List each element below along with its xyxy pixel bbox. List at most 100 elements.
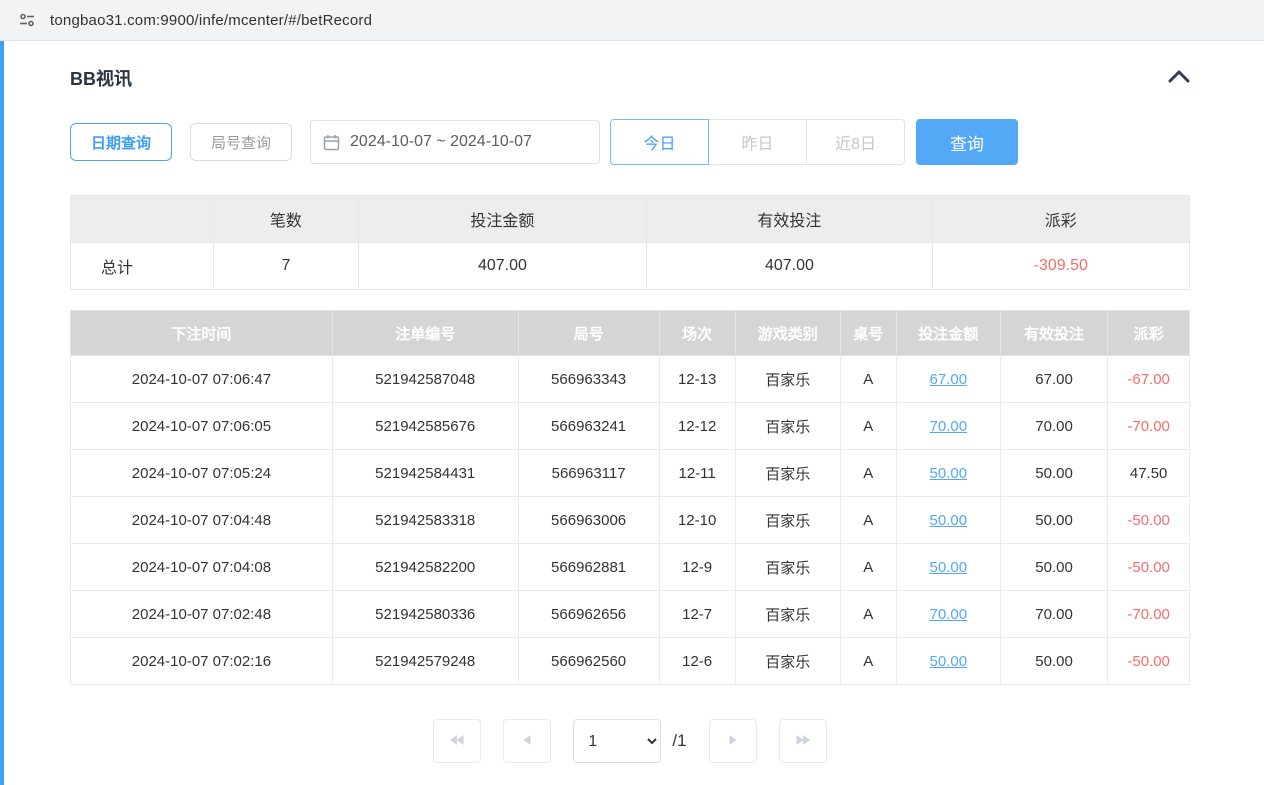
table-row: 2024-10-07 07:04:08521942582200566962881…: [71, 544, 1190, 591]
first-page-button[interactable]: [433, 719, 481, 763]
summary-total-label: 总计: [71, 243, 214, 290]
cell-bet-time: 2024-10-07 07:05:24: [71, 450, 333, 497]
summary-total-valid-bet: 407.00: [647, 243, 932, 290]
cell-session: 12-13: [659, 356, 735, 403]
cell-payout: 47.50: [1108, 450, 1190, 497]
table-header-row: 下注时间 注单编号 局号 场次 游戏类别 桌号 投注金额 有效投注 派彩: [71, 311, 1190, 356]
cell-round-id: 566963006: [518, 497, 659, 544]
cell-valid-bet: 50.00: [1000, 638, 1107, 685]
table-row: 2024-10-07 07:02:48521942580336566962656…: [71, 591, 1190, 638]
url-text[interactable]: tongbao31.com:9900/infe/mcenter/#/betRec…: [50, 12, 372, 29]
cell-payout: -70.00: [1108, 591, 1190, 638]
header-bet-amount: 投注金额: [896, 311, 1000, 356]
quick-last8days-button[interactable]: 近8日: [806, 119, 905, 165]
search-button[interactable]: 查询: [916, 119, 1018, 165]
cell-payout: -70.00: [1108, 403, 1190, 450]
cell-bet-amount-link[interactable]: 50.00: [896, 450, 1000, 497]
summary-total-count: 7: [214, 243, 358, 290]
cell-payout: -50.00: [1108, 638, 1190, 685]
page-total-label: /1: [672, 731, 686, 751]
cell-payout: -67.00: [1108, 356, 1190, 403]
cell-game-type: 百家乐: [735, 403, 840, 450]
header-round-id: 局号: [518, 311, 659, 356]
cell-valid-bet: 67.00: [1000, 356, 1107, 403]
date-range-input[interactable]: 2024-10-07 ~ 2024-10-07: [310, 120, 600, 164]
collapse-panel-button[interactable]: [1168, 70, 1190, 86]
summary-total-payout: -309.50: [932, 243, 1189, 290]
cell-session: 12-6: [659, 638, 735, 685]
cell-game-type: 百家乐: [735, 356, 840, 403]
table-row: 2024-10-07 07:02:16521942579248566962560…: [71, 638, 1190, 685]
filter-row: 日期查询 局号查询 2024-10-07 ~ 2024-10-07 今日 昨日 …: [70, 119, 1190, 165]
summary-table: 笔数 投注金额 有效投注 派彩 总计 7 407.00 407.00 -309.…: [70, 195, 1190, 290]
cell-bet-amount-link[interactable]: 50.00: [896, 544, 1000, 591]
cell-round-id: 566963241: [518, 403, 659, 450]
header-payout: 派彩: [1108, 311, 1190, 356]
cell-valid-bet: 50.00: [1000, 497, 1107, 544]
double-chevron-left-icon: [448, 732, 466, 751]
cell-bet-amount-link[interactable]: 70.00: [896, 403, 1000, 450]
last-page-button[interactable]: [779, 719, 827, 763]
cell-bet-time: 2024-10-07 07:02:48: [71, 591, 333, 638]
cell-game-type: 百家乐: [735, 497, 840, 544]
cell-valid-bet: 50.00: [1000, 450, 1107, 497]
page-title: BB视讯: [70, 65, 132, 91]
cell-round-id: 566962656: [518, 591, 659, 638]
page-select[interactable]: 1: [573, 719, 661, 763]
cell-round-id: 566962881: [518, 544, 659, 591]
chevron-up-icon: [1168, 70, 1190, 86]
summary-total-bet-amount: 407.00: [358, 243, 647, 290]
double-chevron-right-icon: [794, 732, 812, 751]
calendar-icon: [323, 134, 340, 151]
cell-bet-amount-link[interactable]: 50.00: [896, 638, 1000, 685]
next-page-button[interactable]: [709, 719, 757, 763]
prev-page-button[interactable]: [503, 719, 551, 763]
quick-yesterday-button[interactable]: 昨日: [708, 119, 807, 165]
cell-order-id: 521942583318: [332, 497, 518, 544]
cell-order-id: 521942585676: [332, 403, 518, 450]
summary-total-row: 总计 7 407.00 407.00 -309.50: [71, 243, 1190, 290]
chevron-left-icon: [521, 732, 533, 751]
cell-bet-amount-link[interactable]: 50.00: [896, 497, 1000, 544]
site-settings-icon[interactable]: [16, 9, 38, 31]
bet-record-table: 下注时间 注单编号 局号 场次 游戏类别 桌号 投注金额 有效投注 派彩 202…: [70, 310, 1190, 685]
cell-bet-time: 2024-10-07 07:04:08: [71, 544, 333, 591]
cell-bet-time: 2024-10-07 07:06:05: [71, 403, 333, 450]
quick-date-group: 今日 昨日 近8日: [610, 119, 905, 165]
cell-session: 12-12: [659, 403, 735, 450]
cell-game-type: 百家乐: [735, 638, 840, 685]
bet-record-page: BB视讯 日期查询 局号查询: [0, 41, 1264, 785]
cell-order-id: 521942584431: [332, 450, 518, 497]
cell-bet-time: 2024-10-07 07:02:16: [71, 638, 333, 685]
cell-bet-amount-link[interactable]: 67.00: [896, 356, 1000, 403]
cell-game-type: 百家乐: [735, 591, 840, 638]
tab-date-query[interactable]: 日期查询: [70, 123, 172, 161]
cell-session: 12-10: [659, 497, 735, 544]
table-row: 2024-10-07 07:04:48521942583318566963006…: [71, 497, 1190, 544]
tab-round-query[interactable]: 局号查询: [190, 123, 292, 161]
summary-header-valid-bet: 有效投注: [647, 196, 932, 243]
cell-table-no: A: [840, 544, 896, 591]
cell-order-id: 521942587048: [332, 356, 518, 403]
summary-header-bet-amount: 投注金额: [358, 196, 647, 243]
table-row: 2024-10-07 07:06:05521942585676566963241…: [71, 403, 1190, 450]
table-row: 2024-10-07 07:05:24521942584431566963117…: [71, 450, 1190, 497]
summary-header-payout: 派彩: [932, 196, 1189, 243]
cell-table-no: A: [840, 638, 896, 685]
header-bet-time: 下注时间: [71, 311, 333, 356]
cell-bet-time: 2024-10-07 07:06:47: [71, 356, 333, 403]
cell-session: 12-7: [659, 591, 735, 638]
date-range-value[interactable]: 2024-10-07 ~ 2024-10-07: [350, 133, 532, 151]
cell-bet-time: 2024-10-07 07:04:48: [71, 497, 333, 544]
browser-url-bar[interactable]: tongbao31.com:9900/infe/mcenter/#/betRec…: [0, 0, 1264, 41]
cell-order-id: 521942582200: [332, 544, 518, 591]
cell-valid-bet: 50.00: [1000, 544, 1107, 591]
cell-session: 12-9: [659, 544, 735, 591]
quick-today-button[interactable]: 今日: [610, 119, 709, 165]
cell-bet-amount-link[interactable]: 70.00: [896, 591, 1000, 638]
cell-order-id: 521942580336: [332, 591, 518, 638]
cell-valid-bet: 70.00: [1000, 403, 1107, 450]
cell-order-id: 521942579248: [332, 638, 518, 685]
cell-round-id: 566962560: [518, 638, 659, 685]
summary-header-blank: [71, 196, 214, 243]
